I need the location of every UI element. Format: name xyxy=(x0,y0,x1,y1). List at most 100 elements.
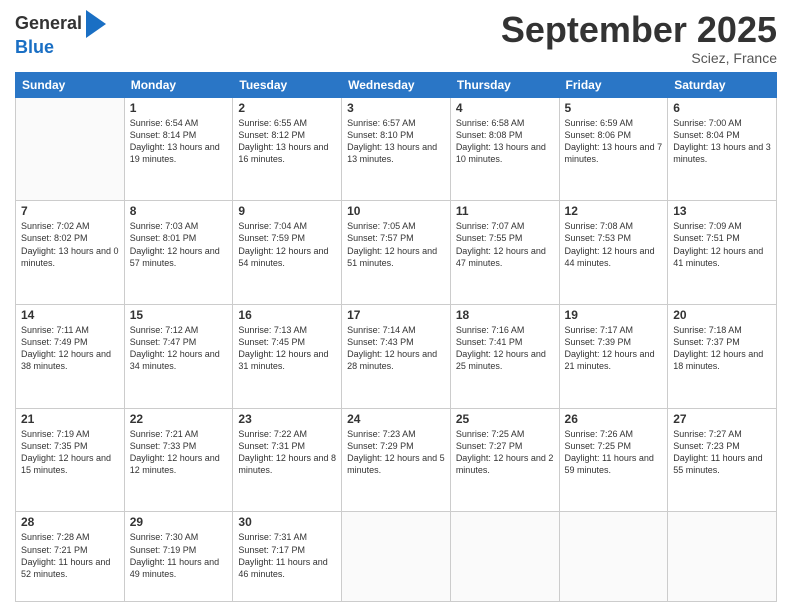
week-row-3: 14 Sunrise: 7:11 AMSunset: 7:49 PMDayligh… xyxy=(16,305,777,409)
cell-info: Sunrise: 7:07 AMSunset: 7:55 PMDaylight:… xyxy=(456,220,554,269)
calendar-cell xyxy=(16,97,125,201)
calendar-cell: 28Sunrise: 7:28 AMSunset: 7:21 PMDayligh… xyxy=(16,512,125,602)
calendar-cell xyxy=(342,512,451,602)
cell-info: Sunrise: 7:04 AMSunset: 7:59 PMDaylight:… xyxy=(238,220,336,269)
day-number: 5 xyxy=(565,101,663,115)
day-number: 1 xyxy=(130,101,228,115)
col-header-monday: Monday xyxy=(124,72,233,97)
cell-info: Sunrise: 7:02 AMSunset: 8:02 PMDaylight:… xyxy=(21,220,119,269)
day-number: 23 xyxy=(238,412,336,426)
day-number: 26 xyxy=(565,412,663,426)
calendar-cell: 15Sunrise: 7:12 AMSunset: 7:47 PMDayligh… xyxy=(124,305,233,409)
calendar-cell: 26 Sunrise: 7:26 AMSunset: 7:25 PMDayligh… xyxy=(559,408,668,512)
calendar-cell: 18 Sunrise: 7:16 AMSunset: 7:41 PMDayligh… xyxy=(450,305,559,409)
col-header-tuesday: Tuesday xyxy=(233,72,342,97)
calendar-cell: 12Sunrise: 7:08 AMSunset: 7:53 PMDayligh… xyxy=(559,201,668,305)
calendar-cell: 10Sunrise: 7:05 AMSunset: 7:57 PMDayligh… xyxy=(342,201,451,305)
day-number: 8 xyxy=(130,204,228,218)
day-number: 3 xyxy=(347,101,445,115)
day-number: 2 xyxy=(238,101,336,115)
day-number: 19 xyxy=(565,308,663,322)
day-number: 21 xyxy=(21,412,119,426)
calendar-cell: 24 Sunrise: 7:23 AMSunset: 7:29 PMDayligh… xyxy=(342,408,451,512)
calendar-table: SundayMondayTuesdayWednesdayThursdayFrid… xyxy=(15,72,777,602)
calendar-cell xyxy=(559,512,668,602)
cell-info: Sunrise: 6:55 AMSunset: 8:12 PMDaylight:… xyxy=(238,117,336,166)
calendar-cell: 21 Sunrise: 7:19 AMSunset: 7:35 PMDayligh… xyxy=(16,408,125,512)
day-number: 13 xyxy=(673,204,771,218)
logo-blue: Blue xyxy=(15,37,54,57)
title-area: September 2025 Sciez, France xyxy=(501,10,777,66)
calendar-cell: 4 Sunrise: 6:58 AMSunset: 8:08 PMDaylight… xyxy=(450,97,559,201)
col-header-saturday: Saturday xyxy=(668,72,777,97)
calendar-cell: 9 Sunrise: 7:04 AMSunset: 7:59 PMDaylight… xyxy=(233,201,342,305)
header-row: SundayMondayTuesdayWednesdayThursdayFrid… xyxy=(16,72,777,97)
cell-info: Sunrise: 7:09 AMSunset: 7:51 PMDaylight:… xyxy=(673,220,771,269)
calendar-cell: 3 Sunrise: 6:57 AMSunset: 8:10 PMDaylight… xyxy=(342,97,451,201)
cell-info: Sunrise: 7:00 AMSunset: 8:04 PMDaylight:… xyxy=(673,117,771,166)
cell-info: Sunrise: 6:58 AMSunset: 8:08 PMDaylight:… xyxy=(456,117,554,166)
calendar-cell: 23 Sunrise: 7:22 AMSunset: 7:31 PMDayligh… xyxy=(233,408,342,512)
calendar-cell: 27 Sunrise: 7:27 AMSunset: 7:23 PMDayligh… xyxy=(668,408,777,512)
calendar-cell: 30 Sunrise: 7:31 AMSunset: 7:17 PMDayligh… xyxy=(233,512,342,602)
calendar-cell: 29Sunrise: 7:30 AMSunset: 7:19 PMDayligh… xyxy=(124,512,233,602)
day-number: 6 xyxy=(673,101,771,115)
calendar-cell: 19Sunrise: 7:17 AMSunset: 7:39 PMDayligh… xyxy=(559,305,668,409)
cell-info: Sunrise: 7:22 AMSunset: 7:31 PMDaylight:… xyxy=(238,428,336,477)
week-row-4: 21 Sunrise: 7:19 AMSunset: 7:35 PMDayligh… xyxy=(16,408,777,512)
cell-info: Sunrise: 6:59 AMSunset: 8:06 PMDaylight:… xyxy=(565,117,663,166)
day-number: 18 xyxy=(456,308,554,322)
calendar-cell: 16 Sunrise: 7:13 AMSunset: 7:45 PMDayligh… xyxy=(233,305,342,409)
calendar-cell: 25Sunrise: 7:25 AMSunset: 7:27 PMDayligh… xyxy=(450,408,559,512)
col-header-friday: Friday xyxy=(559,72,668,97)
logo-general: General xyxy=(15,14,82,34)
day-number: 20 xyxy=(673,308,771,322)
cell-info: Sunrise: 7:30 AMSunset: 7:19 PMDaylight:… xyxy=(130,531,228,580)
col-header-wednesday: Wednesday xyxy=(342,72,451,97)
cell-info: Sunrise: 7:11 AMSunset: 7:49 PMDaylight:… xyxy=(21,324,119,373)
week-row-2: 7 Sunrise: 7:02 AMSunset: 8:02 PMDaylight… xyxy=(16,201,777,305)
cell-info: Sunrise: 7:27 AMSunset: 7:23 PMDaylight:… xyxy=(673,428,771,477)
cell-info: Sunrise: 7:19 AMSunset: 7:35 PMDaylight:… xyxy=(21,428,119,477)
day-number: 7 xyxy=(21,204,119,218)
page: General Blue September 2025 Sciez, Franc… xyxy=(0,0,792,612)
calendar-cell: 8 Sunrise: 7:03 AMSunset: 8:01 PMDaylight… xyxy=(124,201,233,305)
cell-info: Sunrise: 7:14 AMSunset: 7:43 PMDaylight:… xyxy=(347,324,445,373)
calendar-cell xyxy=(450,512,559,602)
day-number: 4 xyxy=(456,101,554,115)
day-number: 11 xyxy=(456,204,554,218)
calendar-cell: 20Sunrise: 7:18 AMSunset: 7:37 PMDayligh… xyxy=(668,305,777,409)
day-number: 12 xyxy=(565,204,663,218)
day-number: 14 xyxy=(21,308,119,322)
calendar-cell: 13 Sunrise: 7:09 AMSunset: 7:51 PMDayligh… xyxy=(668,201,777,305)
cell-info: Sunrise: 7:13 AMSunset: 7:45 PMDaylight:… xyxy=(238,324,336,373)
day-number: 24 xyxy=(347,412,445,426)
day-number: 30 xyxy=(238,515,336,529)
cell-info: Sunrise: 7:26 AMSunset: 7:25 PMDaylight:… xyxy=(565,428,663,477)
calendar-cell: 11 Sunrise: 7:07 AMSunset: 7:55 PMDayligh… xyxy=(450,201,559,305)
cell-info: Sunrise: 7:23 AMSunset: 7:29 PMDaylight:… xyxy=(347,428,445,477)
cell-info: Sunrise: 7:25 AMSunset: 7:27 PMDaylight:… xyxy=(456,428,554,477)
logo: General Blue xyxy=(15,10,106,58)
location: Sciez, France xyxy=(501,50,777,66)
calendar-cell: 17Sunrise: 7:14 AMSunset: 7:43 PMDayligh… xyxy=(342,305,451,409)
col-header-thursday: Thursday xyxy=(450,72,559,97)
cell-info: Sunrise: 7:03 AMSunset: 8:01 PMDaylight:… xyxy=(130,220,228,269)
day-number: 16 xyxy=(238,308,336,322)
cell-info: Sunrise: 7:05 AMSunset: 7:57 PMDaylight:… xyxy=(347,220,445,269)
cell-info: Sunrise: 7:12 AMSunset: 7:47 PMDaylight:… xyxy=(130,324,228,373)
calendar-cell: 14 Sunrise: 7:11 AMSunset: 7:49 PMDayligh… xyxy=(16,305,125,409)
cell-info: Sunrise: 7:21 AMSunset: 7:33 PMDaylight:… xyxy=(130,428,228,477)
cell-info: Sunrise: 7:16 AMSunset: 7:41 PMDaylight:… xyxy=(456,324,554,373)
week-row-5: 28Sunrise: 7:28 AMSunset: 7:21 PMDayligh… xyxy=(16,512,777,602)
cell-info: Sunrise: 7:31 AMSunset: 7:17 PMDaylight:… xyxy=(238,531,336,580)
month-title: September 2025 xyxy=(501,10,777,50)
calendar-cell: 22Sunrise: 7:21 AMSunset: 7:33 PMDayligh… xyxy=(124,408,233,512)
cell-info: Sunrise: 6:57 AMSunset: 8:10 PMDaylight:… xyxy=(347,117,445,166)
day-number: 27 xyxy=(673,412,771,426)
cell-info: Sunrise: 6:54 AMSunset: 8:14 PMDaylight:… xyxy=(130,117,228,166)
day-number: 9 xyxy=(238,204,336,218)
cell-info: Sunrise: 7:28 AMSunset: 7:21 PMDaylight:… xyxy=(21,531,119,580)
logo-icon xyxy=(84,10,106,38)
header: General Blue September 2025 Sciez, Franc… xyxy=(15,10,777,66)
